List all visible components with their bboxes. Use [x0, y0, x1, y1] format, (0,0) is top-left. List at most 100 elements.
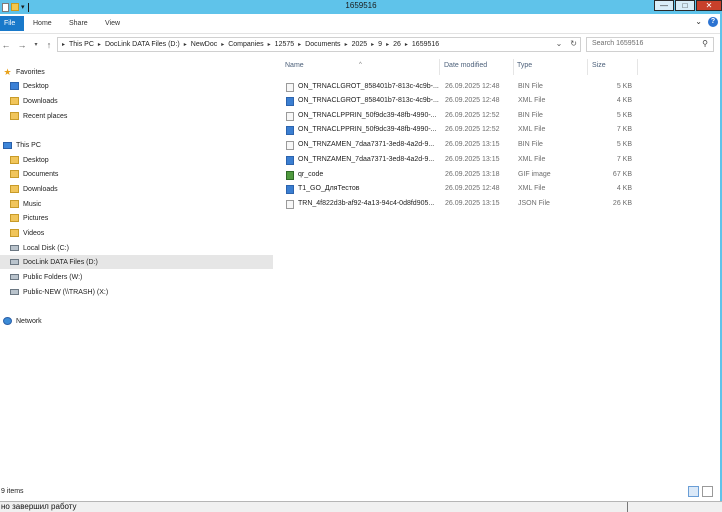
bin-file-icon — [286, 141, 294, 150]
large-icons-view-icon[interactable] — [702, 486, 713, 497]
nav-item-network[interactable]: Network — [0, 314, 275, 328]
file-list: ^ Name Date modified Type Size ON_TRNACL… — [273, 57, 722, 481]
nav-item-desktop[interactable]: Desktop — [0, 79, 282, 93]
breadcrumb-item[interactable]: 9 — [378, 41, 382, 48]
column-divider[interactable] — [439, 59, 440, 75]
nav-item-label: Downloads — [23, 185, 58, 193]
folder-icon — [10, 229, 19, 237]
breadcrumb-item[interactable]: 12575 — [275, 41, 294, 48]
file-type: XML File — [518, 156, 546, 163]
folder-icon — [10, 97, 19, 105]
nav-item-videos[interactable]: Videos — [0, 226, 282, 240]
file-date: 26.09.2025 13:15 — [445, 141, 500, 148]
file-row[interactable]: TRN_4f822d3b-af92-4a13-94c4-0d8fd905... … — [283, 197, 638, 211]
xml-file-icon — [286, 97, 294, 106]
breadcrumb-separator-icon[interactable]: ▸ — [371, 41, 374, 48]
breadcrumb-separator-icon[interactable]: ▸ — [221, 41, 224, 48]
nav-item-recent-places[interactable]: Recent places — [0, 109, 282, 123]
tab-view[interactable]: View — [105, 17, 120, 30]
breadcrumb-separator-icon[interactable]: ▸ — [62, 41, 65, 48]
item-count: 9 items — [1, 488, 24, 495]
breadcrumb-separator-icon[interactable]: ▸ — [386, 41, 389, 48]
nav-item-label: Desktop — [23, 82, 49, 90]
tab-file[interactable]: File — [0, 16, 24, 31]
nav-item-local-disk[interactable]: Local Disk (C:) — [0, 241, 282, 255]
breadcrumb-item[interactable]: NewDoc — [191, 41, 217, 48]
column-header-name[interactable]: Name — [285, 57, 304, 75]
column-divider[interactable] — [637, 59, 638, 75]
file-size: 67 KB — [612, 171, 632, 178]
file-size: 5 KB — [616, 141, 632, 148]
file-date: 26.09.2025 12:48 — [445, 185, 500, 192]
nav-item-documents[interactable]: Documents — [0, 167, 282, 181]
up-button[interactable]: ↑ — [43, 39, 55, 51]
breadcrumb-item[interactable]: 26 — [393, 41, 401, 48]
breadcrumb-item[interactable]: Documents — [305, 41, 340, 48]
breadcrumb-separator-icon[interactable]: ▸ — [345, 41, 348, 48]
search-input[interactable]: Search 1659516 ⚲ — [586, 37, 714, 52]
help-icon[interactable]: ? — [708, 17, 718, 27]
file-size: 5 KB — [616, 112, 632, 119]
maximize-button[interactable]: □ — [675, 0, 695, 11]
breadcrumb-item[interactable]: 2025 — [352, 41, 368, 48]
search-placeholder: Search 1659516 — [592, 40, 644, 47]
tab-home[interactable]: Home — [33, 17, 52, 30]
nav-item-public-new[interactable]: Public-NEW (\\TRASH) (X:) — [0, 285, 282, 299]
file-row[interactable]: ON_TRNACLGROT_858401b7-813c-4c9b-... 26.… — [283, 80, 638, 94]
file-row[interactable]: qr_code 26.09.2025 13:18 GIF image 67 KB — [283, 168, 638, 182]
nav-item-pictures[interactable]: Pictures — [0, 211, 282, 225]
file-name: T1_GO_ДляТестов — [298, 185, 360, 192]
column-divider[interactable] — [587, 59, 588, 75]
disk-icon — [10, 245, 19, 251]
address-history-dropdown-icon[interactable]: ⌄ — [556, 39, 563, 48]
nav-item-downloads[interactable]: Downloads — [0, 182, 282, 196]
breadcrumb-separator-icon[interactable]: ▸ — [98, 41, 101, 48]
nav-item-this-pc[interactable]: This PC — [0, 138, 275, 152]
file-row[interactable]: ON_TRNACLPPRIN_50f9dc39-48fb-4990-... 26… — [283, 123, 638, 137]
close-button[interactable]: ✕ — [696, 0, 722, 11]
nav-item-label: Local Disk (C:) — [23, 244, 69, 252]
back-button[interactable]: ← — [0, 39, 12, 51]
file-row[interactable]: T1_GO_ДляТестов 26.09.2025 12:48 XML Fil… — [283, 182, 638, 196]
file-row[interactable]: ON_TRNACLPPRIN_50f9dc39-48fb-4990-... 26… — [283, 109, 638, 123]
refresh-icon[interactable]: ↻ — [570, 39, 577, 48]
file-type: GIF image — [518, 171, 551, 178]
nav-item-favorites[interactable]: ★ Favorites — [0, 65, 275, 79]
breadcrumb-separator-icon[interactable]: ▸ — [405, 41, 408, 48]
json-file-icon — [286, 200, 294, 209]
column-header-type[interactable]: Type — [517, 57, 532, 75]
recent-locations-button[interactable]: ▾ — [30, 39, 42, 51]
nav-item-desktop[interactable]: Desktop — [0, 153, 282, 167]
column-header-date[interactable]: Date modified — [444, 57, 487, 75]
nav-item-downloads[interactable]: Downloads — [0, 94, 282, 108]
breadcrumb-item[interactable]: Companies — [228, 41, 263, 48]
breadcrumb-item[interactable]: DocLink DATA Files (D:) — [105, 41, 180, 48]
breadcrumb-separator-icon[interactable]: ▸ — [268, 41, 271, 48]
expand-ribbon-icon[interactable]: ⌄ — [695, 17, 702, 27]
file-row[interactable]: ON_TRNZAMEN_7daa7371-3ed8-4a2d-9... 26.0… — [283, 153, 638, 167]
nav-item-public-folders[interactable]: Public Folders (W:) — [0, 270, 282, 284]
xml-file-icon — [286, 156, 294, 165]
nav-item-doclink-data[interactable]: DocLink DATA Files (D:) — [0, 255, 282, 269]
file-type: XML File — [518, 126, 546, 133]
column-header-size[interactable]: Size — [592, 57, 606, 75]
minimize-button[interactable]: — — [654, 0, 674, 11]
breadcrumb-item[interactable]: This PC — [69, 41, 94, 48]
file-row[interactable]: ON_TRNACLGROT_858401b7-813c-4c9b-... 26.… — [283, 94, 638, 108]
bin-file-icon — [286, 83, 294, 92]
tab-share[interactable]: Share — [69, 17, 88, 30]
forward-button[interactable]: → — [16, 39, 28, 51]
file-row[interactable]: ON_TRNZAMEN_7daa7371-3ed8-4a2d-9... 26.0… — [283, 138, 638, 152]
breadcrumb-separator-icon[interactable]: ▸ — [298, 41, 301, 48]
title-bar[interactable]: ▾ 1659516 — □ ✕ — [0, 0, 722, 14]
search-icon[interactable]: ⚲ — [702, 39, 708, 48]
column-divider[interactable] — [513, 59, 514, 75]
folder-icon — [10, 185, 19, 193]
nav-item-music[interactable]: Music — [0, 197, 282, 211]
details-view-icon[interactable] — [688, 486, 699, 497]
status-bar: 9 items — [0, 483, 722, 501]
address-bar[interactable]: ▸ This PC ▸ DocLink DATA Files (D:) ▸ Ne… — [57, 37, 581, 52]
breadcrumb-item[interactable]: 1659516 — [412, 41, 439, 48]
file-date: 26.09.2025 13:15 — [445, 200, 500, 207]
breadcrumb-separator-icon[interactable]: ▸ — [184, 41, 187, 48]
